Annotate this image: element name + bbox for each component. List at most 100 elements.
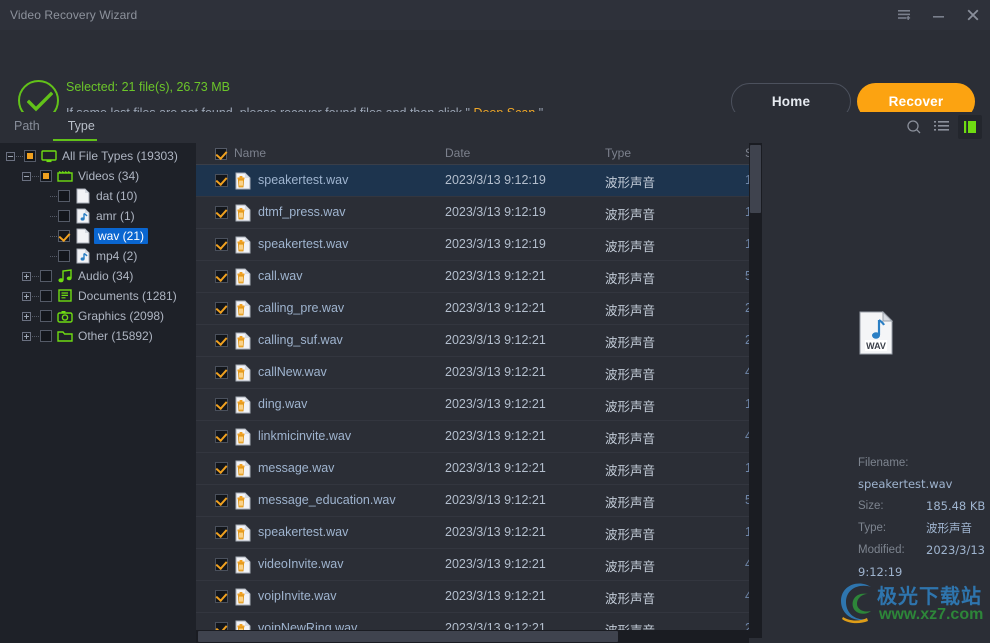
tree-node-label: Graphics (2098) <box>78 309 164 323</box>
cell-name: calling_suf.wav <box>258 333 343 347</box>
select-all-checkbox[interactable] <box>215 148 227 160</box>
tree-node-checkbox[interactable] <box>40 170 52 182</box>
table-row[interactable]: speakertest.wav2023/3/13 9:12:19波形声音1 <box>196 229 761 261</box>
row-checkbox[interactable] <box>215 174 228 187</box>
tree-node-label: dat (10) <box>96 189 137 203</box>
tree-node-checkbox[interactable] <box>40 330 52 342</box>
row-checkbox[interactable] <box>215 206 228 219</box>
minimize-icon[interactable] <box>922 0 956 30</box>
table-row[interactable]: callNew.wav2023/3/13 9:12:21波形声音4 <box>196 357 761 389</box>
vertical-scrollbar[interactable] <box>749 143 762 638</box>
table-row[interactable]: ding.wav2023/3/13 9:12:21波形声音1 <box>196 389 761 421</box>
row-checkbox[interactable] <box>215 526 228 539</box>
tree-node[interactable]: wav (21) <box>0 226 196 246</box>
file-type-tree[interactable]: All File Types (19303) Videos (34) dat (10… <box>0 143 196 643</box>
tree-connector <box>16 156 23 157</box>
camera-icon <box>56 309 74 323</box>
table-row[interactable]: message_education.wav2023/3/13 9:12:21波形… <box>196 485 761 517</box>
tree-node-checkbox[interactable] <box>24 150 36 162</box>
tree-connector <box>32 276 39 277</box>
tree-node-checkbox[interactable] <box>58 250 70 262</box>
table-row[interactable]: call.wav2023/3/13 9:12:21波形声音5 <box>196 261 761 293</box>
tree-node-checkbox[interactable] <box>40 310 52 322</box>
file-icon <box>74 229 92 243</box>
table-row[interactable]: speakertest.wav2023/3/13 9:12:21波形声音1 <box>196 517 761 549</box>
close-icon[interactable] <box>956 0 990 30</box>
cell-name: call.wav <box>258 269 302 283</box>
watermark-url: www.xz7.com <box>879 606 983 624</box>
row-checkbox[interactable] <box>215 590 228 603</box>
cell-date: 2023/3/13 9:12:21 <box>445 429 546 443</box>
tree-node[interactable]: Graphics (2098) <box>0 306 196 326</box>
preview-field-key: Filename: <box>858 453 926 474</box>
tree-node[interactable]: Videos (34) <box>0 166 196 186</box>
tab-path[interactable]: Path <box>0 112 54 141</box>
horizontal-scrollbar-thumb[interactable] <box>198 631 618 642</box>
table-row[interactable]: videoInvite.wav2023/3/13 9:12:21波形声音4 <box>196 549 761 581</box>
row-checkbox[interactable] <box>215 558 228 571</box>
table-row[interactable]: dtmf_press.wav2023/3/13 9:12:19波形声音1 <box>196 197 761 229</box>
preview-field-value: 185.48 KB <box>926 499 985 513</box>
tree-connector <box>32 296 39 297</box>
list-toolbar <box>902 115 982 139</box>
tree-expander-plus-icon[interactable] <box>22 332 31 341</box>
tree-node-checkbox[interactable] <box>58 230 70 242</box>
tree-node-checkbox[interactable] <box>58 190 70 202</box>
table-row[interactable]: speakertest.wav2023/3/13 9:12:19波形声音1 <box>196 165 761 197</box>
tree-connector <box>50 196 57 197</box>
tree-node-checkbox[interactable] <box>40 290 52 302</box>
tree-node-checkbox[interactable] <box>40 270 52 282</box>
tree-node[interactable]: mp4 (2) <box>0 246 196 266</box>
menu-icon[interactable] <box>888 0 922 30</box>
file-list-rows[interactable]: speakertest.wav2023/3/13 9:12:19波形声音1dtm… <box>196 165 761 643</box>
table-row[interactable]: voipInvite.wav2023/3/13 9:12:21波形声音4 <box>196 581 761 613</box>
detail-view-icon[interactable] <box>958 115 982 139</box>
tree-node[interactable]: amr (1) <box>0 206 196 226</box>
table-row[interactable]: message.wav2023/3/13 9:12:21波形声音1 <box>196 453 761 485</box>
horizontal-scrollbar[interactable] <box>196 630 749 643</box>
tree-node-label: Audio (34) <box>78 269 133 283</box>
preview-field: Filename:speakertest.wav <box>858 453 990 496</box>
table-row[interactable]: calling_suf.wav2023/3/13 9:12:21波形声音2 <box>196 325 761 357</box>
tree-node[interactable]: Documents (1281) <box>0 286 196 306</box>
tree-node[interactable]: dat (10) <box>0 186 196 206</box>
tree-node[interactable]: All File Types (19303) <box>0 146 196 166</box>
cell-type: 波形声音 <box>605 332 655 351</box>
document-icon <box>56 289 74 303</box>
tree-expander-plus-icon[interactable] <box>22 272 31 281</box>
wav-file-row-icon <box>234 268 252 286</box>
tree-expander-minus-icon[interactable] <box>6 152 15 161</box>
column-header-type[interactable]: Type <box>605 146 631 160</box>
window-controls <box>888 0 990 30</box>
row-checkbox[interactable] <box>215 366 228 379</box>
tree-node[interactable]: Audio (34) <box>0 266 196 286</box>
row-checkbox[interactable] <box>215 270 228 283</box>
cell-type: 波形声音 <box>605 556 655 575</box>
tree-node[interactable]: Other (15892) <box>0 326 196 346</box>
row-checkbox[interactable] <box>215 430 228 443</box>
preview-field-key: Modified: <box>858 540 926 561</box>
tree-expander-minus-icon[interactable] <box>22 172 31 181</box>
status-banner: Selected: 21 file(s), 26.73 MB If some l… <box>0 30 990 110</box>
column-header-date[interactable]: Date <box>445 146 470 160</box>
cell-name: dtmf_press.wav <box>258 205 346 219</box>
vertical-scrollbar-thumb[interactable] <box>750 145 761 213</box>
column-header-name[interactable]: Name <box>234 146 266 160</box>
list-view-icon[interactable] <box>930 115 954 139</box>
row-checkbox[interactable] <box>215 302 228 315</box>
row-checkbox[interactable] <box>215 238 228 251</box>
tree-node-label: Videos (34) <box>78 169 139 183</box>
row-checkbox[interactable] <box>215 398 228 411</box>
cell-type: 波形声音 <box>605 204 655 223</box>
row-checkbox[interactable] <box>215 334 228 347</box>
tree-expander-plus-icon[interactable] <box>22 312 31 321</box>
table-row[interactable]: calling_pre.wav2023/3/13 9:12:21波形声音2 <box>196 293 761 325</box>
tree-expander-plus-icon[interactable] <box>22 292 31 301</box>
row-checkbox[interactable] <box>215 462 228 475</box>
cell-date: 2023/3/13 9:12:21 <box>445 301 546 315</box>
search-icon[interactable] <box>902 115 926 139</box>
tab-type[interactable]: Type <box>54 112 109 141</box>
tree-node-checkbox[interactable] <box>58 210 70 222</box>
table-row[interactable]: linkmicinvite.wav2023/3/13 9:12:21波形声音4 <box>196 421 761 453</box>
row-checkbox[interactable] <box>215 494 228 507</box>
